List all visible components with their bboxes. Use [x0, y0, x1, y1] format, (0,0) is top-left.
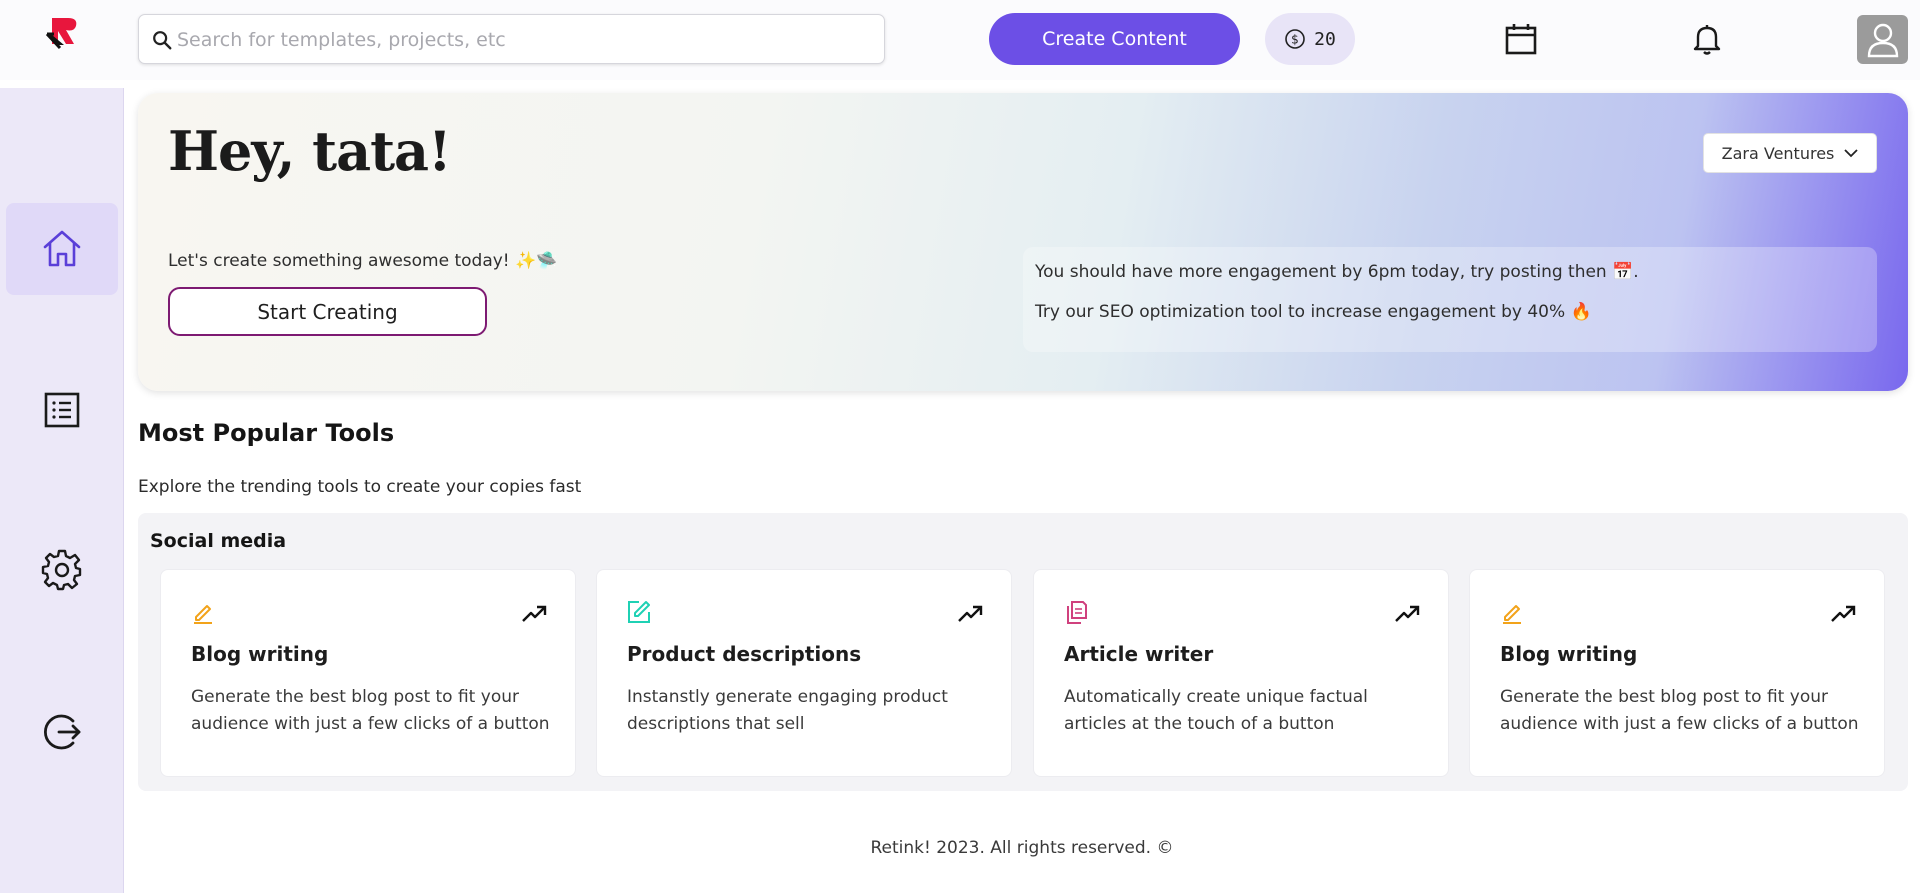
insight-engagement-time: You should have more engagement by 6pm t… [1035, 262, 1639, 282]
retink-logo[interactable] [44, 14, 80, 50]
create-content-button[interactable]: Create Content [989, 13, 1240, 65]
sidebar [0, 88, 124, 893]
credits-count: 20 [1314, 28, 1336, 50]
company-name: Zara Ventures [1721, 143, 1835, 163]
sidebar-item-home[interactable] [6, 203, 118, 295]
tool-card-description: Automatically create unique factual arti… [1064, 687, 1368, 734]
trending-up-icon [1831, 605, 1856, 622]
tool-card-title: Blog writing [1500, 642, 1638, 666]
search-bar[interactable] [138, 14, 885, 64]
top-bar: Create Content $ 20 [0, 0, 1920, 80]
sidebar-item-settings[interactable] [6, 524, 118, 616]
search-icon [153, 31, 172, 50]
dollar-coin-icon: $ [1285, 29, 1305, 49]
hero-subtitle: Let's create something awesome today! ✨🛸 [168, 251, 558, 271]
tool-card-title: Product descriptions [627, 642, 862, 666]
tool-card-blog-writing[interactable]: Blog writing Generate the best blog post… [160, 569, 576, 777]
social-media-panel: Social media Blog writing Generate the b… [138, 513, 1908, 791]
section-title: Social media [150, 530, 287, 552]
greeting-heading: Hey, tata! [168, 119, 452, 183]
hero-banner: Hey, tata! Let's create something awesom… [138, 93, 1908, 391]
start-creating-button[interactable]: Start Creating [168, 287, 487, 336]
search-input[interactable] [177, 23, 867, 57]
logout-icon [44, 714, 81, 750]
tool-card-title: Blog writing [191, 642, 329, 666]
gear-icon [41, 549, 82, 591]
user-avatar[interactable] [1857, 15, 1908, 64]
tool-card-description: Generate the best blog post to fit your … [1500, 687, 1859, 734]
calendar-icon[interactable] [1504, 22, 1538, 56]
trending-up-icon [522, 605, 547, 622]
user-icon [1867, 23, 1898, 57]
tool-card-description: Instanstly generate engaging product des… [627, 687, 948, 734]
tool-card-article-writer[interactable]: Article writer Automatically create uniq… [1033, 569, 1449, 777]
insights-panel: You should have more engagement by 6pm t… [1023, 247, 1877, 352]
trending-up-icon [1395, 605, 1420, 622]
svg-text:$: $ [1291, 33, 1299, 47]
list-icon [44, 392, 80, 428]
tool-card-title: Article writer [1064, 642, 1214, 666]
sidebar-item-logout[interactable] [6, 686, 118, 778]
company-selector[interactable]: Zara Ventures [1703, 133, 1877, 173]
tool-card-blog-writing-2[interactable]: Blog writing Generate the best blog post… [1469, 569, 1885, 777]
popular-tools-title: Most Popular Tools [138, 419, 395, 447]
trending-up-icon [958, 605, 983, 622]
tool-card-product-descriptions[interactable]: Product descriptions Instanstly generate… [596, 569, 1012, 777]
insight-seo-tool: Try our SEO optimization tool to increas… [1035, 302, 1592, 322]
popular-tools-subtitle: Explore the trending tools to create you… [138, 477, 582, 497]
pencil-icon [1503, 605, 1521, 624]
footer-copyright: Retink! 2023. All rights reserved. © [870, 838, 1174, 858]
edit-square-icon [628, 601, 650, 623]
home-icon [43, 230, 81, 267]
pencil-icon [194, 605, 212, 624]
bell-icon[interactable] [1690, 22, 1724, 56]
documents-icon [1067, 601, 1087, 624]
credits-badge[interactable]: $ 20 [1265, 13, 1355, 65]
tool-card-description: Generate the best blog post to fit your … [191, 687, 550, 734]
sidebar-item-projects[interactable] [6, 364, 118, 456]
chevron-down-icon [1844, 149, 1859, 158]
